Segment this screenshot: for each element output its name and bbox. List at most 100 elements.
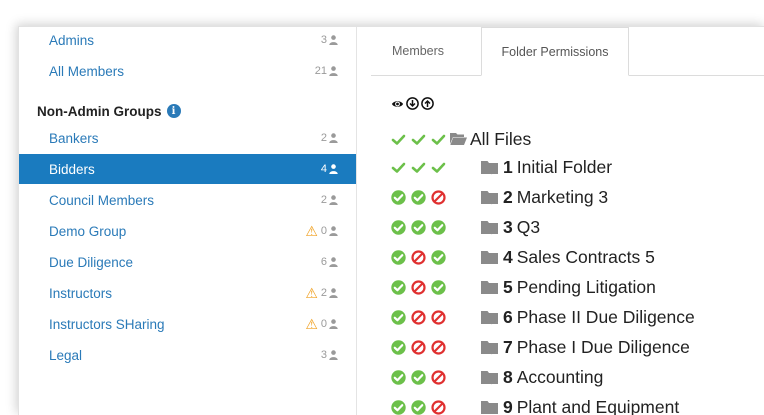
- sidebar-item-bidders[interactable]: Bidders 4: [19, 154, 356, 184]
- folder-title: Accounting: [516, 367, 604, 387]
- member-count: 2: [321, 132, 338, 144]
- folder-name[interactable]: 6 Phase II Due Diligence: [503, 307, 695, 328]
- sidebar-item-due-diligence[interactable]: Due Diligence 6: [19, 247, 356, 277]
- folder-title: Plant and Equipment: [516, 397, 680, 415]
- upload-deny-icon[interactable]: [431, 189, 446, 205]
- download-allow-icon[interactable]: [411, 189, 426, 205]
- member-count-value: 3: [320, 34, 327, 46]
- folder-icon: [481, 280, 498, 294]
- folder-row-pending-litigation[interactable]: 5 Pending Litigation: [357, 273, 764, 301]
- folder-name[interactable]: 9 Plant and Equipment: [503, 397, 679, 415]
- view-allow-icon[interactable]: [391, 309, 406, 325]
- download-icon: [406, 97, 419, 110]
- folder-title: Initial Folder: [516, 157, 613, 177]
- download-allow-icon[interactable]: [411, 219, 426, 235]
- member-count: 3: [321, 34, 338, 46]
- download-allow-icon[interactable]: [411, 132, 426, 147]
- upload-deny-icon[interactable]: [431, 399, 446, 415]
- upload-allow-icon[interactable]: [431, 132, 446, 147]
- folder-row-phase-ii-due-diligence[interactable]: 6 Phase II Due Diligence: [357, 303, 764, 331]
- folder-index: 4: [503, 247, 513, 267]
- user-icon: [329, 226, 338, 236]
- download-allow-icon[interactable]: [411, 399, 426, 415]
- view-allow-icon[interactable]: [391, 249, 406, 265]
- upload-deny-icon[interactable]: [431, 339, 446, 355]
- view-allow-icon[interactable]: [391, 399, 406, 415]
- user-icon: [329, 133, 338, 143]
- folder-name[interactable]: 8 Accounting: [503, 367, 603, 388]
- permission-icons: [391, 125, 446, 153]
- view-allow-icon[interactable]: [391, 339, 406, 355]
- folder-name[interactable]: All Files: [470, 129, 531, 150]
- user-icon: [329, 164, 338, 174]
- sidebar-item-demo-group[interactable]: Demo Group ⚠ 0: [19, 216, 356, 246]
- member-count-value: 4: [320, 163, 327, 175]
- sidebar-item-label: Due Diligence: [49, 254, 134, 270]
- sidebar-item-instructors[interactable]: Instructors ⚠ 2: [19, 278, 356, 308]
- permission-icons: [391, 183, 446, 211]
- folder-row-phase-i-due-diligence[interactable]: 7 Phase I Due Diligence: [357, 333, 764, 361]
- folder-row-marketing-3[interactable]: 2 Marketing 3: [357, 183, 764, 211]
- upload-allow-icon[interactable]: [431, 160, 446, 175]
- member-count: ⚠ 0: [305, 317, 338, 331]
- folder-name[interactable]: 4 Sales Contracts 5: [503, 247, 655, 268]
- view-allow-icon[interactable]: [391, 189, 406, 205]
- sidebar-item-admins[interactable]: Admins 3: [19, 27, 356, 55]
- warning-icon: ⚠: [305, 316, 318, 332]
- member-count-value: 3: [320, 349, 327, 361]
- folder-name[interactable]: 1 Initial Folder: [503, 157, 612, 178]
- upload-allow-icon[interactable]: [431, 279, 446, 295]
- folder-row-plant-and-equipment[interactable]: 9 Plant and Equipment: [357, 393, 764, 415]
- download-deny-icon[interactable]: [411, 279, 426, 295]
- info-icon[interactable]: i: [166, 104, 181, 118]
- folder-index: 6: [503, 307, 513, 327]
- tree-root-row[interactable]: All Files: [357, 125, 764, 153]
- member-count: 3: [321, 349, 338, 361]
- permission-icons: [391, 153, 446, 181]
- upload-deny-icon[interactable]: [431, 309, 446, 325]
- folder-row-q3[interactable]: 3 Q3: [357, 213, 764, 241]
- tab-bar: Members Folder Permissions: [371, 27, 764, 76]
- folder-icon: [481, 190, 498, 204]
- permission-icons: [391, 333, 446, 361]
- view-allow-icon[interactable]: [391, 132, 406, 147]
- folder-index: 8: [503, 367, 513, 387]
- folder-name[interactable]: 5 Pending Litigation: [503, 277, 656, 298]
- sidebar-item-label: All Members: [49, 63, 125, 79]
- sidebar-item-label: Council Members: [49, 192, 155, 208]
- download-deny-icon[interactable]: [411, 249, 426, 265]
- folder-name[interactable]: 3 Q3: [503, 217, 540, 238]
- non-admin-groups-header: Non-Admin Groups i: [19, 97, 356, 125]
- sidebar-item-council-members[interactable]: Council Members 2: [19, 185, 356, 215]
- folder-row-initial-folder[interactable]: 1 Initial Folder: [357, 153, 764, 181]
- user-icon: [329, 350, 338, 360]
- sidebar-item-bankers[interactable]: Bankers 2: [19, 123, 356, 153]
- download-allow-icon[interactable]: [411, 160, 426, 175]
- upload-allow-icon[interactable]: [431, 219, 446, 235]
- sidebar-item-instructors-sharing[interactable]: Instructors SHaring ⚠ 0: [19, 309, 356, 339]
- folder-title: Marketing 3: [516, 187, 609, 207]
- group-header-label: Non-Admin Groups: [37, 103, 162, 119]
- sidebar-item-all-members[interactable]: All Members 21: [19, 56, 356, 86]
- folder-row-accounting[interactable]: 8 Accounting: [357, 363, 764, 391]
- folder-row-sales-contracts-5[interactable]: 4 Sales Contracts 5: [357, 243, 764, 271]
- member-count: ⚠ 2: [305, 286, 338, 300]
- folder-name[interactable]: 7 Phase I Due Diligence: [503, 337, 690, 358]
- view-allow-icon[interactable]: [391, 219, 406, 235]
- download-deny-icon[interactable]: [411, 309, 426, 325]
- view-allow-icon[interactable]: [391, 279, 406, 295]
- permission-icons: [391, 213, 446, 241]
- folder-name[interactable]: 2 Marketing 3: [503, 187, 608, 208]
- tab-members[interactable]: Members: [371, 27, 465, 75]
- folder-icon: [481, 250, 498, 264]
- download-deny-icon[interactable]: [411, 339, 426, 355]
- view-allow-icon[interactable]: [391, 160, 406, 175]
- upload-allow-icon[interactable]: [431, 249, 446, 265]
- view-allow-icon[interactable]: [391, 369, 406, 385]
- sidebar-item-legal[interactable]: Legal 3: [19, 340, 356, 370]
- tab-folder-permissions[interactable]: Folder Permissions: [481, 27, 629, 76]
- download-allow-icon[interactable]: [411, 369, 426, 385]
- view-icon: [391, 97, 404, 110]
- upload-deny-icon[interactable]: [431, 369, 446, 385]
- user-icon: [329, 35, 338, 45]
